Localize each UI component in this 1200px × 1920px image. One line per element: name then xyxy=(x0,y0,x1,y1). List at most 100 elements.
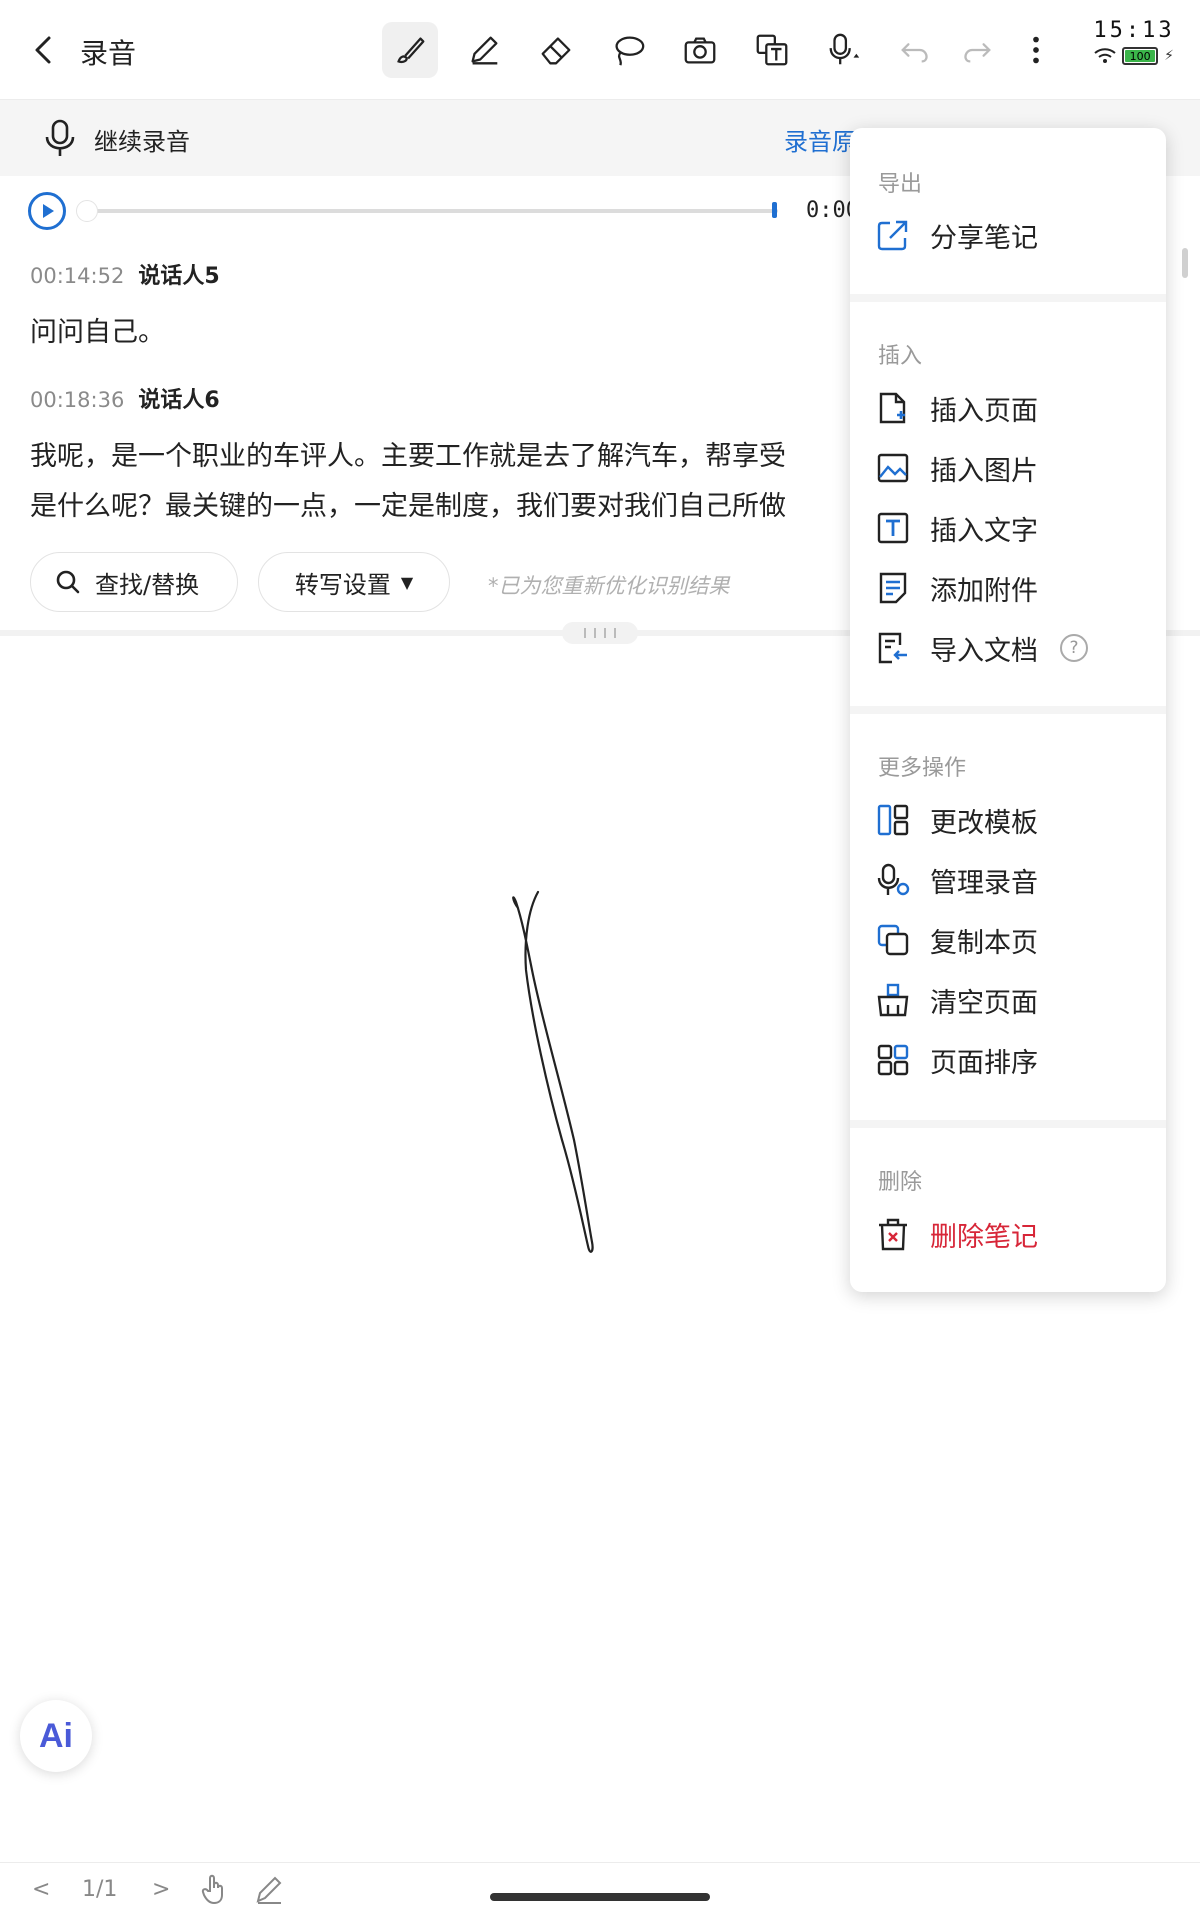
entry-timestamp: 00:14:52 xyxy=(30,264,125,288)
prev-page-button[interactable]: < xyxy=(32,1877,50,1902)
clock: 15:13 xyxy=(1093,18,1175,43)
text-recognize-button[interactable] xyxy=(744,22,800,78)
more-icon xyxy=(1033,36,1039,64)
menu-item-import-document[interactable]: 导入文档 ? xyxy=(876,623,1088,673)
section-title-delete: 删除 xyxy=(878,1170,923,1195)
transcript-entry: 00:18:36 说话人6 我呢，是一个职业的车评人。主要工作就是去了解汽车，帮享… xyxy=(30,382,850,532)
menu-item-label: 插入图片 xyxy=(930,455,1038,487)
text-recognize-icon xyxy=(756,34,788,66)
wifi-icon xyxy=(1094,48,1116,63)
menu-item-label: 清空页面 xyxy=(930,987,1038,1019)
menu-separator xyxy=(850,706,1166,714)
transcript-text[interactable]: 我呢，是一个职业的车评人。主要工作就是去了解汽车，帮享受 是什么呢？最关键的一点… xyxy=(30,432,850,532)
menu-item-clear-page[interactable]: 清空页面 xyxy=(876,975,1038,1025)
entry-timestamp: 00:18:36 xyxy=(30,388,125,412)
ai-assistant-button[interactable]: Ai xyxy=(20,1700,92,1772)
menu-item-label: 插入页面 xyxy=(930,395,1038,427)
menu-item-label: 删除笔记 xyxy=(930,1221,1038,1253)
undo-button[interactable] xyxy=(888,22,944,78)
clear-broom-icon xyxy=(877,983,909,1017)
pen-mode-button[interactable] xyxy=(254,1873,284,1911)
menu-item-manage-recording[interactable]: 管理录音 xyxy=(876,855,1038,905)
menu-item-label: 分享笔记 xyxy=(930,222,1038,254)
menu-item-insert-text[interactable]: 插入文字 xyxy=(876,503,1038,553)
menu-item-insert-image[interactable]: 插入图片 xyxy=(876,443,1038,493)
find-replace-label: 查找/替换 xyxy=(95,570,200,599)
lasso-tool-button[interactable] xyxy=(600,22,656,78)
text-box-icon xyxy=(877,512,909,544)
transcript-line: 是什么呢？最关键的一点，一定是制度，我们要对我们自己所做 xyxy=(30,491,786,522)
transcript-entry: 00:14:52 说话人5 问问自己。 xyxy=(30,258,850,358)
redo-button[interactable] xyxy=(948,22,1004,78)
page-title: 录音 xyxy=(80,37,137,70)
menu-item-add-attachment[interactable]: 添加附件 xyxy=(876,563,1038,613)
progress-track[interactable] xyxy=(78,209,778,213)
transcript-line: 问问自己。 xyxy=(30,317,165,348)
redo-icon xyxy=(964,43,991,63)
caret-down-icon: ▼ xyxy=(400,572,414,592)
scrollbar-thumb[interactable] xyxy=(1182,248,1188,278)
camera-button[interactable] xyxy=(672,22,728,78)
section-title-export: 导出 xyxy=(878,172,923,197)
ai-label: Ai xyxy=(39,1716,73,1755)
transcript-text[interactable]: 问问自己。 xyxy=(30,308,850,358)
pen-tool-button[interactable] xyxy=(456,22,512,78)
optimize-hint: *已为您重新优化识别结果 xyxy=(488,574,730,598)
back-button[interactable] xyxy=(22,28,66,72)
attachment-icon xyxy=(879,572,907,604)
camera-icon xyxy=(684,37,716,64)
menu-item-copy-page[interactable]: 复制本页 xyxy=(876,915,1038,965)
recording-original-link[interactable]: 录音原 xyxy=(784,122,856,157)
hand-touch-icon xyxy=(201,1874,223,1905)
menu-separator xyxy=(850,1120,1166,1128)
next-page-button[interactable]: > xyxy=(152,1877,170,1902)
share-icon xyxy=(877,220,908,251)
chevron-left-icon xyxy=(35,36,51,64)
menu-item-share-note[interactable]: 分享笔记 xyxy=(876,210,1038,260)
page-indicator: 1/1 xyxy=(82,1877,118,1902)
copy-icon xyxy=(877,924,909,956)
microphone-icon xyxy=(45,119,75,156)
image-icon xyxy=(877,453,909,483)
continue-recording-label[interactable]: 继续录音 xyxy=(94,122,190,157)
eraser-tool-button[interactable] xyxy=(528,22,584,78)
menu-item-label: 复制本页 xyxy=(930,927,1038,959)
menu-item-label: 插入文字 xyxy=(930,515,1038,547)
more-button[interactable] xyxy=(1008,22,1064,78)
transcribe-settings-label: 转写设置 xyxy=(294,570,391,599)
menu-item-label: 更改模板 xyxy=(930,807,1038,839)
menu-item-change-template[interactable]: 更改模板 xyxy=(876,795,1038,845)
home-indicator[interactable] xyxy=(490,1893,710,1901)
help-icon[interactable]: ? xyxy=(1060,634,1088,662)
menu-item-sort-pages[interactable]: 页面排序 xyxy=(876,1035,1038,1085)
menu-item-label: 页面排序 xyxy=(930,1047,1038,1079)
grid-sort-icon xyxy=(877,1044,909,1076)
menu-item-label: 导入文档 xyxy=(930,635,1038,667)
find-replace-button[interactable]: 查找/替换 xyxy=(30,552,238,612)
menu-item-insert-page[interactable]: 插入页面 xyxy=(876,383,1038,433)
transcribe-settings-button[interactable]: 转写设置 ▼ xyxy=(258,552,450,612)
play-button[interactable] xyxy=(28,192,66,230)
battery-icon: 100 xyxy=(1122,47,1159,65)
manage-recording-icon xyxy=(877,863,910,896)
progress-knob[interactable] xyxy=(76,200,98,222)
speaker-label: 说话人5 xyxy=(138,264,220,289)
continue-recording-button[interactable] xyxy=(42,118,78,162)
insert-page-icon xyxy=(879,392,906,424)
eraser-icon xyxy=(541,37,571,65)
play-icon xyxy=(43,204,54,218)
voice-input-button[interactable] xyxy=(816,22,872,78)
pen-icon xyxy=(256,1876,282,1904)
section-title-more: 更多操作 xyxy=(878,756,967,781)
transcript-line: 我呢，是一个职业的车评人。主要工作就是去了解汽车，帮享受 xyxy=(30,441,786,472)
touch-mode-button[interactable] xyxy=(200,1873,230,1911)
charging-icon: ⚡ xyxy=(1164,48,1174,64)
lasso-icon xyxy=(615,36,645,66)
brush-tool-button[interactable] xyxy=(382,22,438,78)
menu-item-delete-note[interactable]: 删除笔记 xyxy=(876,1209,1038,1259)
battery-level: 100 xyxy=(1125,50,1156,63)
progress-marker xyxy=(772,202,777,218)
pen-icon xyxy=(471,36,498,65)
speaker-label: 说话人6 xyxy=(138,388,220,413)
section-title-insert: 插入 xyxy=(878,344,923,369)
